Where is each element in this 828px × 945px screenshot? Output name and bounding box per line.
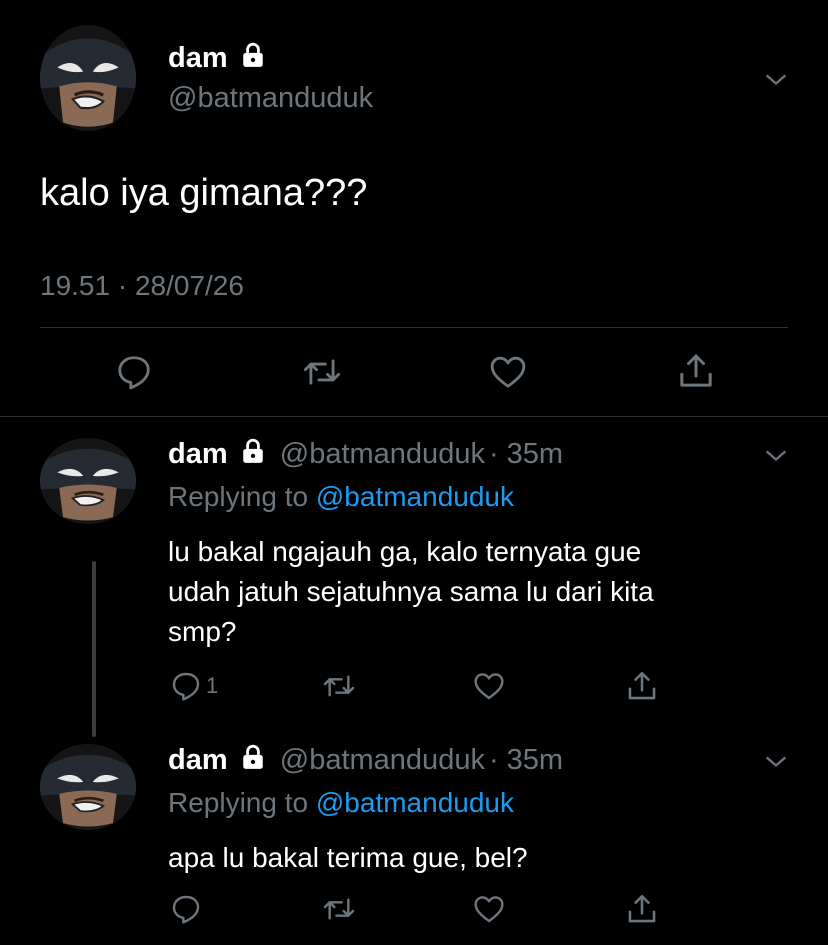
mention-link[interactable]: @batmanduduk (316, 481, 514, 512)
reply-text: lu bakal ngajauh ga, kalo ternyata gue u… (168, 536, 654, 647)
like-icon[interactable] (473, 670, 505, 702)
handle[interactable]: @batmanduduk (280, 744, 485, 776)
divider (0, 416, 828, 417)
like-icon[interactable] (473, 893, 505, 925)
timestamp[interactable]: 19.51 · 28/07/26 (40, 270, 244, 302)
reply-text: apa lu bakal terima gue, bel? (168, 842, 528, 873)
lock-icon (240, 42, 266, 76)
lock-icon (240, 438, 266, 472)
reply-count: 1 (206, 673, 219, 698)
mention-link[interactable]: @batmanduduk (316, 787, 514, 818)
display-name[interactable]: dam (168, 42, 266, 76)
chevron-down-icon[interactable] (762, 66, 790, 99)
replying-to: Replying to @batmanduduk (168, 481, 514, 512)
thread-line (92, 561, 96, 737)
reply-icon[interactable] (170, 893, 202, 925)
avatar[interactable] (40, 744, 136, 830)
handle[interactable]: @batmanduduk (280, 438, 485, 470)
timestamp[interactable]: · 35m (489, 744, 563, 776)
reply-header: dam @batmanduduk · 35m (168, 744, 563, 778)
timestamp[interactable]: · 35m (489, 438, 563, 470)
retweet-icon[interactable] (302, 353, 342, 391)
lock-icon (240, 744, 266, 778)
like-icon[interactable] (489, 353, 527, 391)
display-name[interactable]: dam (168, 744, 228, 776)
divider (40, 327, 788, 328)
share-icon[interactable] (625, 669, 659, 703)
retweet-icon[interactable] (322, 893, 356, 925)
handle[interactable]: @batmanduduk (168, 82, 373, 115)
display-name[interactable]: dam (168, 438, 228, 470)
avatar[interactable] (40, 25, 136, 131)
replying-to: Replying to @batmanduduk (168, 787, 514, 818)
reply-header: dam @batmanduduk · 35m (168, 438, 563, 472)
chevron-down-icon[interactable] (762, 748, 790, 781)
share-icon[interactable] (676, 351, 716, 391)
avatar[interactable] (40, 438, 136, 524)
chevron-down-icon[interactable] (762, 442, 790, 475)
retweet-icon[interactable] (322, 670, 356, 702)
tweet-text: kalo iya gimana??? (40, 172, 368, 214)
share-icon[interactable] (625, 892, 659, 926)
reply-button[interactable]: 1 (170, 670, 218, 702)
reply-icon[interactable] (170, 670, 202, 702)
reply-icon[interactable] (115, 353, 153, 391)
